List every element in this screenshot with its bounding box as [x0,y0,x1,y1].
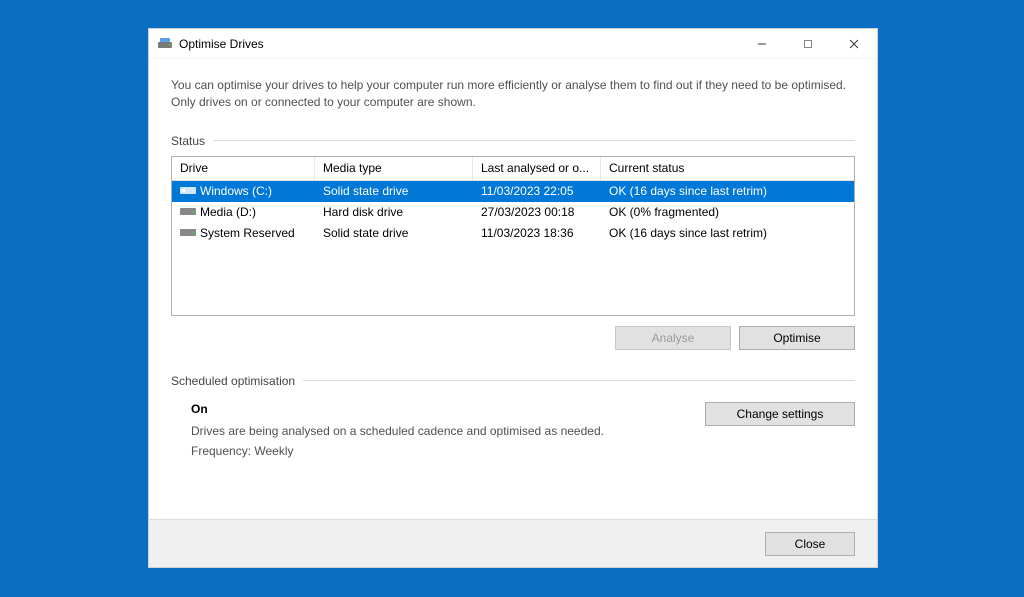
drive-icon [180,227,196,238]
footer: Close [149,519,877,567]
col-header-last[interactable]: Last analysed or o... [473,157,601,180]
divider [303,380,855,381]
cell-last: 11/03/2023 18:36 [473,223,601,243]
optimise-button[interactable]: Optimise [739,326,855,350]
table-row[interactable]: Windows (C:) Solid state drive11/03/2023 … [172,181,854,202]
minimize-button[interactable] [739,29,785,58]
cell-status: OK (16 days since last retrim) [601,223,854,243]
col-header-status[interactable]: Current status [601,157,854,180]
optimise-drives-window: Optimise Drives You can optimise your dr… [148,28,878,568]
drive-name: Media (D:) [200,205,256,219]
table-row[interactable]: Media (D:) Hard disk drive27/03/2023 00:1… [172,202,854,223]
analyse-button[interactable]: Analyse [615,326,731,350]
scheduled-on: On [191,402,705,416]
app-icon [157,36,173,52]
scheduled-group-header: Scheduled optimisation [171,374,855,388]
cell-drive: Media (D:) [172,202,315,222]
drive-table[interactable]: Drive Media type Last analysed or o... C… [171,156,855,316]
status-label: Status [171,134,205,148]
cell-status: OK (16 days since last retrim) [601,181,854,201]
cell-last: 11/03/2023 22:05 [473,181,601,201]
drive-icon [180,206,196,217]
cell-media: Solid state drive [315,181,473,201]
table-header: Drive Media type Last analysed or o... C… [172,157,854,181]
cell-media: Solid state drive [315,223,473,243]
scheduled-body: On Drives are being analysed on a schedu… [171,396,855,464]
drive-icon [180,185,196,196]
table-body: Windows (C:)Solid state drive11/03/2023 … [172,181,854,244]
cell-status: OK (0% fragmented) [601,202,854,222]
scheduled-frequency: Frequency: Weekly [191,444,705,458]
table-row[interactable]: System Reserved Solid state drive11/03/20… [172,223,854,244]
col-header-media[interactable]: Media type [315,157,473,180]
description-text: You can optimise your drives to help you… [171,77,855,112]
drive-name: System Reserved [200,226,295,240]
status-group-header: Status [171,134,855,148]
col-header-drive[interactable]: Drive [172,157,315,180]
drive-name: Windows (C:) [200,184,272,198]
scheduled-label: Scheduled optimisation [171,374,295,388]
cell-drive: Windows (C:) [172,181,315,201]
close-window-button[interactable] [831,29,877,58]
maximize-button[interactable] [785,29,831,58]
close-button[interactable]: Close [765,532,855,556]
cell-media: Hard disk drive [315,202,473,222]
scheduled-button-col: Change settings [705,402,855,464]
titlebar: Optimise Drives [149,29,877,59]
cell-drive: System Reserved [172,223,315,243]
scheduled-text: On Drives are being analysed on a schedu… [191,402,705,464]
cell-last: 27/03/2023 00:18 [473,202,601,222]
table-button-row: Analyse Optimise [171,316,855,350]
content-area: You can optimise your drives to help you… [149,59,877,519]
window-title: Optimise Drives [179,37,264,51]
window-controls [739,29,877,58]
change-settings-button[interactable]: Change settings [705,402,855,426]
divider [213,140,855,141]
scheduled-desc: Drives are being analysed on a scheduled… [191,424,705,438]
